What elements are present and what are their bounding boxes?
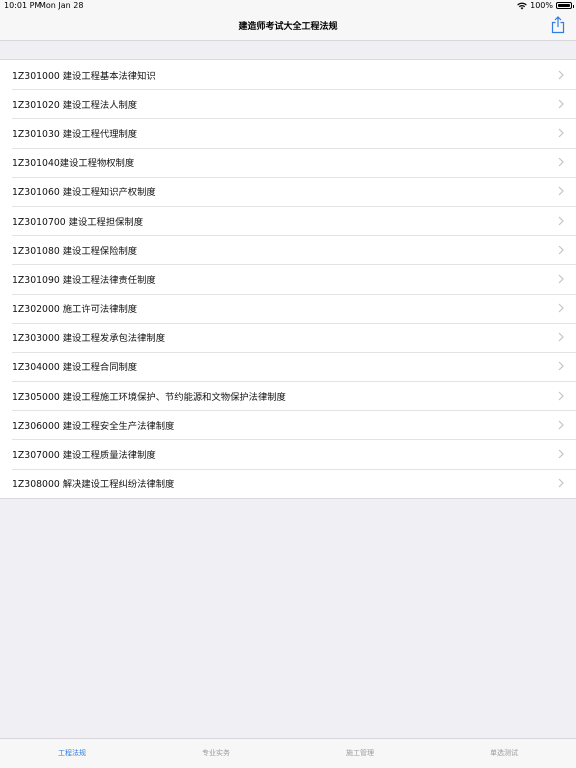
wifi-icon xyxy=(517,2,527,9)
chevron-right-icon xyxy=(558,478,564,488)
tab-1[interactable]: 工程法规 xyxy=(0,739,144,768)
chevron-right-icon xyxy=(558,70,564,80)
list-item[interactable]: 1Z301020 建设工程法人制度 xyxy=(0,89,576,118)
status-date: Mon Jan 28 xyxy=(39,1,84,10)
chevron-right-icon xyxy=(558,157,564,167)
list-item-label: 1Z302000 施工许可法律制度 xyxy=(12,304,138,316)
list-item-label: 1Z307000 建设工程质量法律制度 xyxy=(12,450,156,462)
chevron-right-icon xyxy=(558,362,564,371)
list-item-label: 1Z301020 建设工程法人制度 xyxy=(12,99,138,111)
tab-4[interactable]: 单选测试 xyxy=(432,739,576,768)
chevron-right-icon xyxy=(558,99,564,109)
nav-bar: 建造师考试大全工程法规 xyxy=(0,12,576,41)
chevron-right-icon xyxy=(558,216,564,225)
share-icon[interactable] xyxy=(550,16,566,34)
list-item[interactable]: 1Z306000 建设工程安全生产法律制度 xyxy=(0,410,576,439)
chevron-right-icon xyxy=(558,245,564,255)
list-item[interactable]: 1Z301030 建设工程代理制度 xyxy=(0,118,576,147)
battery-icon xyxy=(556,2,574,9)
page-title: 建造师考试大全工程法规 xyxy=(238,22,338,32)
chevron-right-icon xyxy=(558,186,564,196)
list-item-label: 1Z304000 建设工程合同制度 xyxy=(12,362,138,374)
list-item-label: 1Z3010700 建设工程担保制度 xyxy=(12,216,144,228)
list-item[interactable]: 1Z301060 建设工程知识产权制度 xyxy=(0,176,576,206)
list-item[interactable]: 1Z3010700 建设工程担保制度 xyxy=(0,205,576,235)
list-item-label: 1Z308000 解决建设工程纠纷法律制度 xyxy=(12,479,175,491)
status-time: 10:01 PM xyxy=(4,1,42,10)
list-item[interactable]: 1Z303000 建设工程发承包法律制度 xyxy=(0,322,576,352)
list-item[interactable]: 1Z308000 解决建设工程纠纷法律制度 xyxy=(0,468,576,498)
list-item[interactable]: 1Z301040建设工程物权制度 xyxy=(0,147,576,177)
chevron-right-icon xyxy=(558,449,564,459)
list-item[interactable]: 1Z301000 建设工程基本法律知识 xyxy=(0,60,576,89)
list-item-label: 1Z301000 建设工程基本法律知识 xyxy=(12,70,156,82)
list-item-label: 1Z301080 建设工程保险制度 xyxy=(12,245,138,257)
chevron-right-icon xyxy=(558,332,564,342)
status-bar: 10:01 PM Mon Jan 28 100% xyxy=(0,0,576,12)
chevron-right-icon xyxy=(558,303,564,313)
list-item[interactable]: 1Z301080 建设工程保险制度 xyxy=(0,235,576,264)
chevron-right-icon xyxy=(558,420,564,430)
battery-percent: 100% xyxy=(530,1,553,10)
chevron-right-icon xyxy=(558,274,564,284)
list-item-label: 1Z306000 建设工程安全生产法律制度 xyxy=(12,420,175,432)
list-item-label: 1Z301030 建设工程代理制度 xyxy=(12,128,138,140)
list-item[interactable]: 1Z305000 建设工程施工环境保护、节约能源和文物保护法律制度 xyxy=(0,381,576,410)
status-right: 100% xyxy=(517,1,574,10)
list-item-label: 1Z301090 建设工程法律责任制度 xyxy=(12,274,156,286)
tab-2[interactable]: 专业实务 xyxy=(144,739,288,768)
list-item-label: 1Z305000 建设工程施工环境保护、节约能源和文物保护法律制度 xyxy=(12,391,286,403)
list-item-label: 1Z303000 建设工程发承包法律制度 xyxy=(12,333,165,345)
list-item-label: 1Z301040建设工程物权制度 xyxy=(12,158,135,170)
chapter-list: 1Z301000 建设工程基本法律知识 1Z301020 建设工程法人制度 1Z30… xyxy=(0,59,576,499)
chevron-right-icon xyxy=(558,391,564,401)
chevron-right-icon xyxy=(558,128,564,138)
tab-bar: 工程法规 专业实务 施工管理 单选测试 xyxy=(0,738,576,768)
tab-3[interactable]: 施工管理 xyxy=(288,739,432,768)
list-item[interactable]: 1Z301090 建设工程法律责任制度 xyxy=(0,264,576,293)
list-item[interactable]: 1Z307000 建设工程质量法律制度 xyxy=(0,439,576,468)
list-item[interactable]: 1Z304000 建设工程合同制度 xyxy=(0,351,576,381)
list-item[interactable]: 1Z302000 施工许可法律制度 xyxy=(0,293,576,323)
list-item-label: 1Z301060 建设工程知识产权制度 xyxy=(12,187,156,199)
